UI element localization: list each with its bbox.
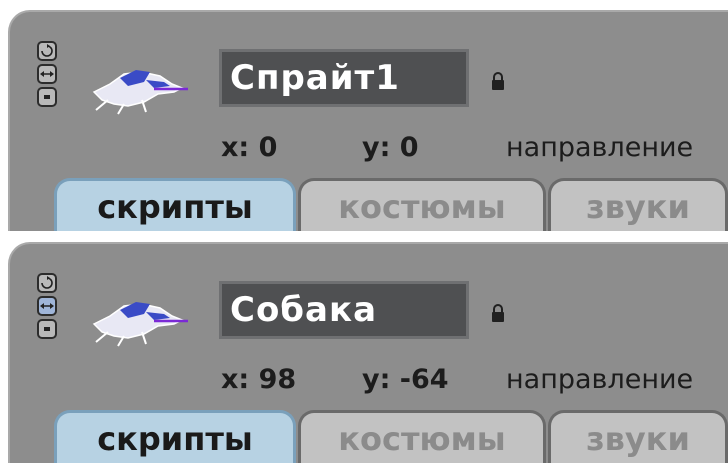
sprite-info-panel-2: Собака x: 98 y: -64 направление скрипты … <box>8 242 728 463</box>
y-position: y: 0 <box>362 132 419 163</box>
no-rotate-style-button[interactable] <box>37 319 57 339</box>
rotation-style-buttons <box>37 273 59 342</box>
left-right-arrows-icon <box>40 303 54 309</box>
lock-icon[interactable] <box>491 72 505 90</box>
y-position: y: -64 <box>362 364 449 395</box>
left-right-style-button[interactable] <box>37 296 57 316</box>
x-position: x: 98 <box>221 364 297 395</box>
direction-label: направление <box>506 364 694 395</box>
sprite-thumbnail[interactable] <box>84 60 194 115</box>
tab-sounds[interactable]: звуки <box>548 178 728 231</box>
dog-sprite-icon <box>92 302 188 347</box>
sprite-thumbnail[interactable] <box>84 292 194 347</box>
tab-scripts[interactable]: скрипты <box>54 410 296 463</box>
tab-scripts[interactable]: скрипты <box>54 178 296 231</box>
left-right-style-button[interactable] <box>37 64 57 84</box>
rotation-style-buttons <box>37 41 59 110</box>
dog-sprite-icon <box>92 70 188 115</box>
sprite-name-field[interactable]: Спрайт1 <box>219 49 469 107</box>
lock-icon[interactable] <box>491 304 505 322</box>
sprite-info-panel-1: Спрайт1 x: 0 y: 0 направление скрипты ко… <box>8 10 728 231</box>
dot-icon <box>44 95 50 99</box>
tab-costumes[interactable]: костюмы <box>298 178 546 231</box>
rotate-style-button[interactable] <box>37 41 57 61</box>
rotate-icon <box>41 276 53 289</box>
tab-costumes[interactable]: костюмы <box>298 410 546 463</box>
dot-icon <box>44 327 50 331</box>
no-rotate-style-button[interactable] <box>37 87 57 107</box>
sprite-name-field[interactable]: Собака <box>219 281 469 339</box>
rotate-style-button[interactable] <box>37 273 57 293</box>
x-position: x: 0 <box>221 132 278 163</box>
tab-sounds[interactable]: звуки <box>548 410 728 463</box>
left-right-arrows-icon <box>40 71 54 77</box>
direction-label: направление <box>506 132 694 163</box>
rotate-icon <box>41 44 53 57</box>
